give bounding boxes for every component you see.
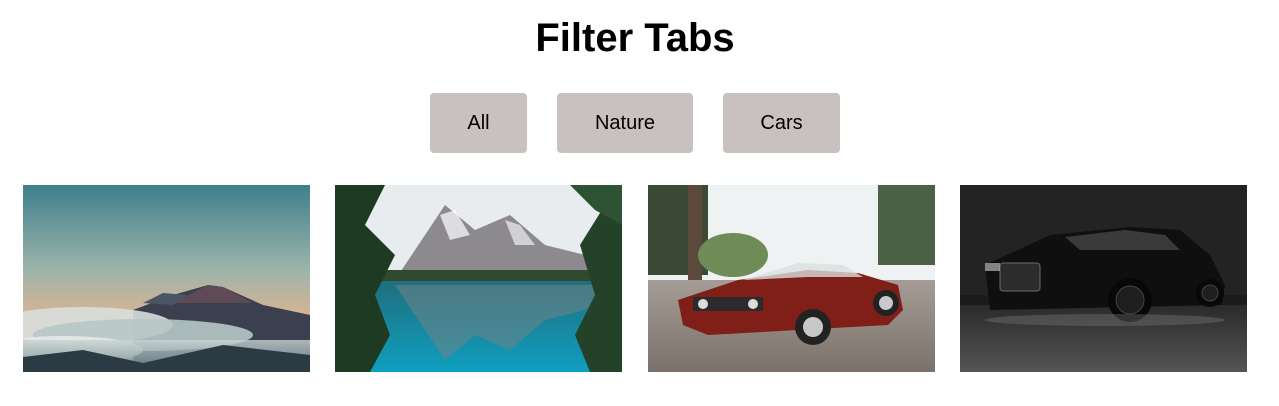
gallery-image-mountain-lake [335,185,622,372]
tab-nature[interactable]: Nature [557,93,693,153]
image-gallery [0,185,1279,372]
filter-tabs: All Nature Cars [0,93,1279,153]
tab-cars[interactable]: Cars [723,93,840,153]
red-car-image [648,185,935,372]
gallery-image-black-car [960,185,1247,372]
page: Filter Tabs All Nature Cars [0,0,1279,406]
volcano-image [23,185,310,372]
tab-all[interactable]: All [430,93,527,153]
mountain-lake-image [335,185,622,372]
gallery-image-volcano [23,185,310,372]
gallery-image-red-car [648,185,935,372]
page-title: Filter Tabs [535,16,735,60]
black-car-image [960,185,1247,372]
